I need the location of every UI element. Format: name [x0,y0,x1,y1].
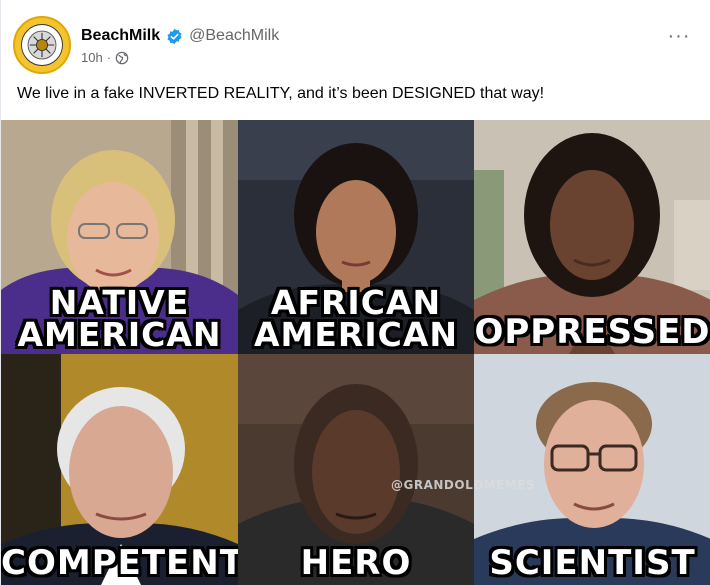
post-caption: We live in a fake INVERTED REALITY, and … [17,85,545,102]
author-handle[interactable]: @BeachMilk [189,27,279,45]
panel-label-3: OPPRESSED [474,311,710,352]
more-options-button[interactable]: ··· [663,24,695,48]
meme-watermark: @GRANDOLDMEMES [391,478,536,492]
meme-image[interactable]: NATIVE AMERICAN AFRICAN AMERICAN OPPRESS… [1,120,710,585]
meme-panel-6: SCIENTIST [474,354,710,585]
meta-separator: · [106,50,112,65]
avatar[interactable] [13,16,71,74]
meme-panel-4: COMPETENT [1,354,238,585]
panel-label-6: SCIENTIST [489,542,696,583]
meme-panel-3: OPPRESSED [474,120,710,354]
verified-badge-icon [167,28,182,44]
meme-panel-5: HERO [238,354,474,585]
panel-label-1-line1: NATIVE [49,283,190,323]
panel-label-4: COMPETENT [1,542,238,583]
globe-audience-icon[interactable] [115,51,129,65]
panel-label-2-line1: AFRICAN [270,283,442,323]
panel-label-2-line2: AMERICAN [254,314,458,354]
panel-label-1: NATIVE AMERICAN [1,283,238,354]
seal-logo-icon [15,18,69,72]
post-header: BeachMilk @BeachMilk 10h · ··· [13,14,703,74]
panel-label-2: AFRICAN AMERICAN [238,283,474,354]
meme-panel-1: NATIVE AMERICAN [1,120,238,354]
panel-label-5: HERO [300,542,412,583]
post-meta: 10h · [81,50,129,65]
more-options-icon: ··· [667,24,691,47]
panel-label-1-line2: AMERICAN [17,314,222,354]
post-card: BeachMilk @BeachMilk 10h · ··· We live i… [0,0,710,585]
author-display-name[interactable]: BeachMilk [81,27,160,45]
post-timestamp[interactable]: 10h [81,50,103,65]
meme-panel-2: AFRICAN AMERICAN [238,120,474,354]
author-row: BeachMilk @BeachMilk [81,24,279,48]
